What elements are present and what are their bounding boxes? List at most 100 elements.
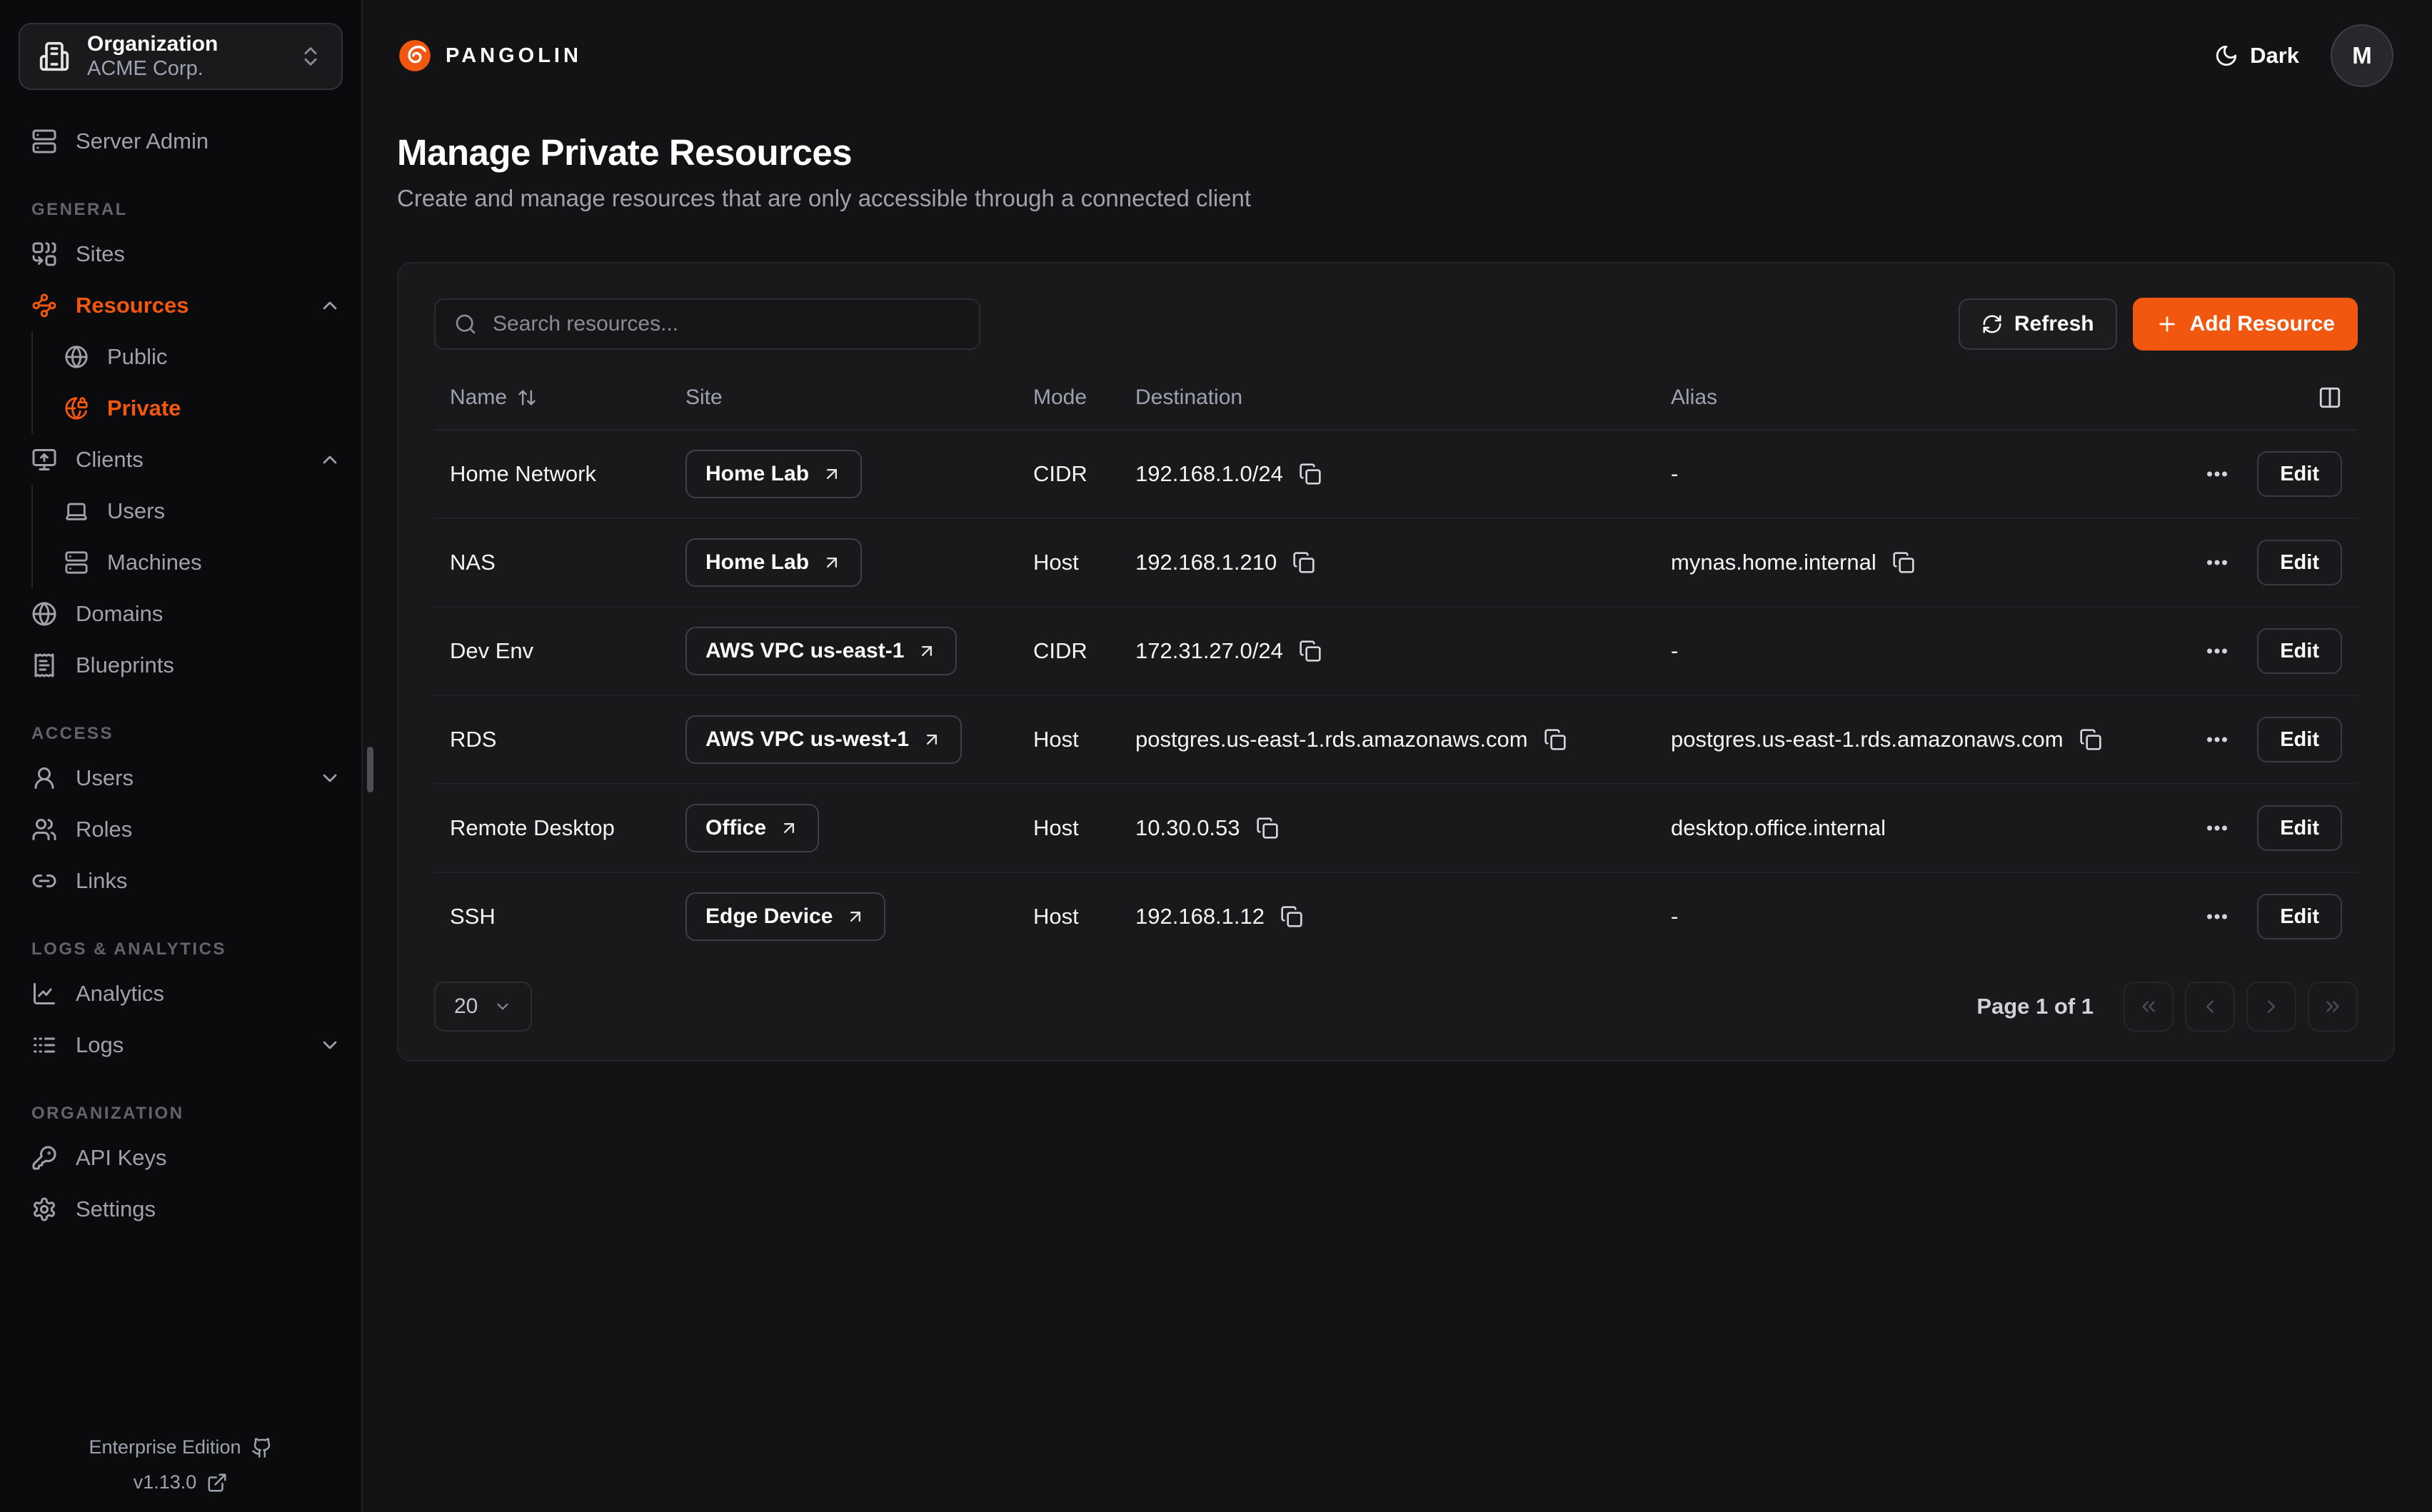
resource-alias: postgres.us-east-1.rds.amazonaws.com — [1671, 727, 2064, 752]
add-resource-button[interactable]: Add Resource — [2133, 298, 2358, 351]
chevrons-up-down-icon — [298, 44, 323, 69]
row-menu-button[interactable] — [2204, 815, 2230, 841]
sidebar-item-label: Blueprints — [76, 652, 174, 678]
ellipsis-icon — [2204, 550, 2230, 575]
sidebar-item-public[interactable]: Public — [33, 331, 361, 383]
sidebar-item-access-users[interactable]: Users — [0, 752, 361, 804]
table-header: Name Site Mode Destination Alias — [434, 366, 2358, 430]
copy-alias-button[interactable] — [2079, 728, 2102, 751]
theme-toggle[interactable]: Dark — [2214, 43, 2299, 69]
sidebar-item-client-users[interactable]: Users — [33, 485, 361, 537]
site-link[interactable]: Edge Device — [685, 892, 885, 941]
resources-icon — [31, 293, 57, 318]
sites-icon — [31, 241, 57, 267]
table-row: SSH Edge Device Host 192.168.1.12 - Edit — [434, 872, 2358, 960]
edition-link[interactable]: Enterprise Edition — [89, 1436, 272, 1458]
column-header-destination: Destination — [1135, 385, 1671, 410]
column-header-actions — [2189, 385, 2342, 410]
sidebar-item-logs[interactable]: Logs — [0, 1019, 361, 1071]
edit-button[interactable]: Edit — [2257, 540, 2342, 585]
sidebar-item-roles[interactable]: Roles — [0, 804, 361, 855]
sidebar: Organization ACME Corp. Server Admin GEN… — [0, 0, 363, 1512]
chart-line-icon — [31, 981, 57, 1007]
sidebar-item-private[interactable]: Private — [33, 383, 361, 434]
link-icon — [31, 868, 57, 894]
sidebar-item-clients[interactable]: Clients — [0, 434, 361, 485]
last-page-button[interactable] — [2308, 982, 2358, 1032]
chevron-down-icon — [493, 997, 512, 1016]
sidebar-item-sites[interactable]: Sites — [0, 228, 361, 280]
resource-name: RDS — [450, 727, 685, 752]
org-label: Organization — [87, 32, 218, 56]
table-row: Home Network Home Lab CIDR 192.168.1.0/2… — [434, 430, 2358, 518]
sidebar-item-links[interactable]: Links — [0, 855, 361, 907]
main-content: PANGOLIN Dark M Manage Private Resources… — [364, 0, 2432, 1512]
previous-page-button[interactable] — [2185, 982, 2235, 1032]
org-selector[interactable]: Organization ACME Corp. — [19, 23, 343, 90]
chevrons-right-icon — [2322, 996, 2343, 1017]
globe-icon — [31, 601, 57, 627]
page-size-select[interactable]: 20 — [434, 982, 532, 1032]
chevron-up-icon — [318, 448, 341, 471]
first-page-button[interactable] — [2124, 982, 2174, 1032]
edit-button[interactable]: Edit — [2257, 805, 2342, 851]
copy-destination-button[interactable] — [1280, 905, 1303, 928]
copy-alias-button[interactable] — [1892, 551, 1915, 574]
site-link[interactable]: Office — [685, 804, 819, 852]
arrow-up-right-icon — [822, 553, 842, 573]
copy-destination-button[interactable] — [1299, 640, 1322, 662]
chevron-left-icon — [2199, 996, 2221, 1017]
edit-button[interactable]: Edit — [2257, 628, 2342, 674]
sidebar-item-settings[interactable]: Settings — [0, 1184, 361, 1235]
copy-destination-button[interactable] — [1292, 551, 1315, 574]
search-input[interactable] — [491, 311, 960, 337]
copy-icon — [1292, 551, 1315, 574]
sidebar-item-api-keys[interactable]: API Keys — [0, 1132, 361, 1184]
site-link[interactable]: AWS VPC us-east-1 — [685, 627, 957, 675]
row-menu-button[interactable] — [2204, 904, 2230, 929]
row-menu-button[interactable] — [2204, 727, 2230, 752]
sidebar-item-machines[interactable]: Machines — [33, 537, 361, 588]
sidebar-item-analytics[interactable]: Analytics — [0, 968, 361, 1019]
copy-destination-button[interactable] — [1256, 817, 1279, 840]
sidebar-item-resources[interactable]: Resources — [0, 280, 361, 331]
resource-alias: - — [1671, 461, 1678, 487]
top-actions: Dark M — [2214, 24, 2393, 87]
sidebar-item-label: Resources — [76, 293, 189, 318]
resource-mode: CIDR — [1033, 461, 1135, 487]
chevron-right-icon — [2261, 996, 2282, 1017]
site-label: Office — [705, 816, 766, 840]
refresh-button[interactable]: Refresh — [1959, 298, 2117, 350]
next-page-button[interactable] — [2246, 982, 2296, 1032]
brand-logo[interactable]: PANGOLIN — [397, 38, 582, 74]
edit-button[interactable]: Edit — [2257, 451, 2342, 497]
column-settings-button[interactable] — [2318, 385, 2342, 410]
section-label-logs-analytics: LOGS & ANALYTICS — [0, 907, 361, 968]
sidebar-item-domains[interactable]: Domains — [0, 588, 361, 640]
version-link[interactable]: v1.13.0 — [134, 1471, 228, 1493]
copy-destination-button[interactable] — [1544, 728, 1567, 751]
building-icon — [39, 41, 70, 72]
site-link[interactable]: AWS VPC us-west-1 — [685, 715, 962, 764]
server-icon — [31, 128, 57, 154]
section-label-general: GENERAL — [0, 167, 361, 228]
avatar[interactable]: M — [2331, 24, 2393, 87]
refresh-icon — [1981, 313, 2003, 335]
edit-button[interactable]: Edit — [2257, 717, 2342, 762]
sidebar-item-blueprints[interactable]: Blueprints — [0, 640, 361, 691]
row-menu-button[interactable] — [2204, 550, 2230, 575]
resource-alias: desktop.office.internal — [1671, 815, 1886, 841]
sidebar-item-label: Links — [76, 868, 127, 894]
chevron-down-icon — [318, 767, 341, 790]
resource-destination: postgres.us-east-1.rds.amazonaws.com — [1135, 727, 1528, 752]
edit-button[interactable]: Edit — [2257, 894, 2342, 939]
row-menu-button[interactable] — [2204, 638, 2230, 664]
column-header-name[interactable]: Name — [450, 385, 685, 410]
sidebar-item-server-admin[interactable]: Server Admin — [0, 116, 361, 167]
copy-destination-button[interactable] — [1299, 463, 1322, 485]
site-link[interactable]: Home Lab — [685, 538, 862, 587]
column-header-label: Name — [450, 385, 507, 410]
copy-icon — [1544, 728, 1567, 751]
site-link[interactable]: Home Lab — [685, 450, 862, 498]
row-menu-button[interactable] — [2204, 461, 2230, 487]
